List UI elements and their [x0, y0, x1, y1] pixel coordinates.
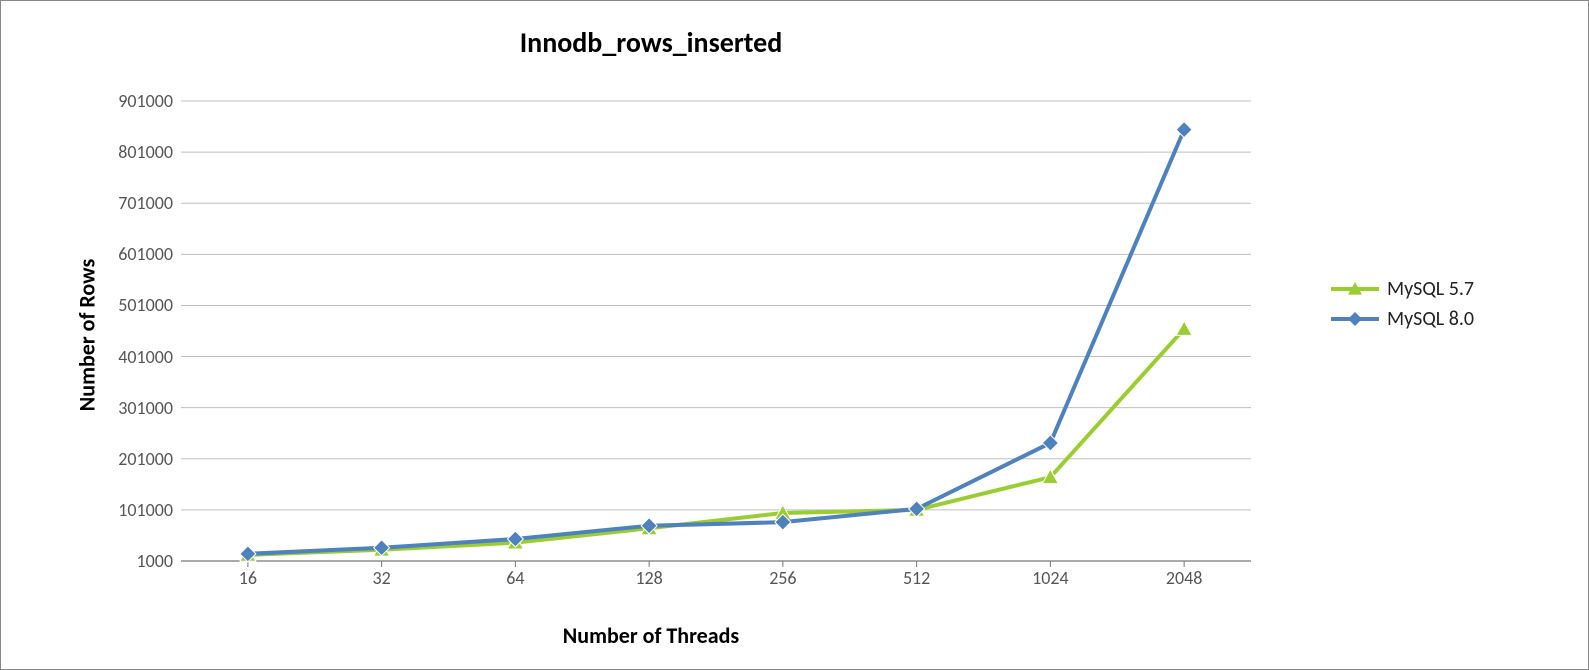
y-tick-label: 301000 — [118, 397, 173, 419]
y-tick-label: 401000 — [118, 346, 173, 368]
x-tick-label: 512 — [903, 567, 930, 589]
x-tick-label: 1024 — [1032, 567, 1069, 589]
x-tick-label: 128 — [635, 567, 662, 589]
y-tick-label: 801000 — [118, 141, 173, 163]
legend-label: MySQL 8.0 — [1387, 307, 1474, 331]
y-tick-label: 1000 — [137, 550, 174, 572]
data-marker — [1176, 321, 1192, 335]
legend-swatch — [1331, 279, 1379, 299]
y-tick-label: 601000 — [118, 243, 173, 265]
x-tick-label: 32 — [373, 567, 391, 589]
y-tick-label: 701000 — [118, 192, 173, 214]
series-line — [248, 130, 1184, 554]
chart-frame: Innodb_rows_inserted Number of Rows Numb… — [0, 0, 1589, 670]
plot-svg — [181, 101, 1251, 561]
y-axis-label: Number of Rows — [74, 259, 101, 411]
x-axis-label: Number of Threads — [1, 622, 1301, 649]
plot-area: 1000101000201000301000401000501000601000… — [181, 101, 1251, 561]
x-tick-label: 16 — [239, 567, 257, 589]
legend-swatch — [1331, 309, 1379, 329]
legend-item: MySQL 8.0 — [1331, 307, 1474, 331]
legend-item: MySQL 5.7 — [1331, 277, 1474, 301]
x-tick-label: 2048 — [1166, 567, 1203, 589]
chart-title: Innodb_rows_inserted — [1, 25, 1301, 60]
y-tick-label: 901000 — [118, 90, 173, 112]
x-tick-label: 64 — [506, 567, 524, 589]
y-tick-label: 501000 — [118, 294, 173, 316]
y-tick-label: 101000 — [118, 499, 173, 521]
legend-label: MySQL 5.7 — [1387, 277, 1474, 301]
legend: MySQL 5.7 MySQL 8.0 — [1331, 271, 1474, 337]
y-tick-label: 201000 — [118, 448, 173, 470]
data-marker — [1176, 122, 1192, 138]
data-marker — [1042, 435, 1058, 451]
x-tick-label: 256 — [769, 567, 796, 589]
